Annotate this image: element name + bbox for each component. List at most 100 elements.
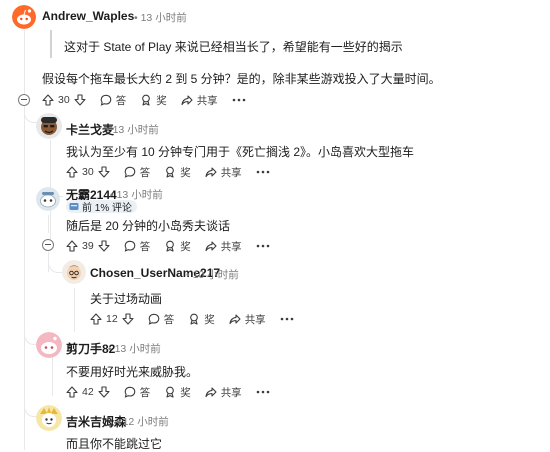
timestamp: • 13 小时前 — [108, 343, 161, 355]
upvote-icon[interactable] — [90, 313, 102, 325]
share-button[interactable]: 共享 — [181, 93, 218, 108]
thread-branch — [48, 258, 63, 273]
more-icon — [280, 317, 293, 321]
award-icon — [166, 166, 175, 178]
thread-branch — [24, 330, 37, 345]
share-button[interactable]: 共享 — [229, 312, 266, 327]
reply-label: 答 — [139, 386, 151, 399]
share-icon — [205, 241, 217, 252]
reply-label: 答 — [115, 94, 127, 107]
share-label: 共享 — [244, 313, 266, 326]
comment-icon — [124, 240, 136, 252]
quote-text: 这对于 State of Play 来说已经相当长了，希望能有一些好的揭示 — [64, 40, 403, 54]
vote-count: 42 — [82, 386, 94, 398]
share-label: 共享 — [196, 94, 218, 107]
award-label: 奖 — [180, 386, 191, 399]
badge-icon — [69, 203, 79, 210]
vote-count: 12 — [106, 313, 118, 325]
share-button[interactable]: 共享 — [205, 165, 242, 180]
more-options-button[interactable] — [256, 244, 270, 248]
comment-icon — [124, 166, 136, 178]
more-options-button[interactable] — [256, 390, 270, 394]
time-text: 13 小时前 — [112, 124, 159, 136]
comment-actions: 30 答 奖 共享 — [42, 91, 260, 109]
more-icon — [256, 390, 269, 394]
vote-group: 30 — [42, 94, 86, 106]
reply-button[interactable]: 答 — [100, 93, 127, 108]
time-text: 13 小时前 — [114, 343, 161, 355]
avatar[interactable] — [36, 332, 62, 358]
thread-line — [52, 356, 53, 396]
avatar[interactable] — [12, 5, 36, 29]
avatar[interactable] — [36, 113, 62, 139]
share-icon — [205, 167, 217, 178]
more-icon — [232, 98, 245, 102]
award-label: 奖 — [204, 313, 215, 326]
more-options-button[interactable] — [280, 317, 294, 321]
share-icon — [229, 314, 241, 325]
avatar[interactable] — [36, 405, 62, 431]
award-button[interactable]: 奖 — [188, 312, 215, 327]
thread-line — [24, 106, 25, 450]
timestamp: • 13 小时前 — [134, 12, 187, 24]
comment-icon — [148, 313, 160, 325]
vote-group: 42 — [66, 386, 110, 398]
comment-actions: 39 答 奖 共享 — [66, 237, 284, 255]
timestamp: • 10 小时前 — [186, 269, 239, 281]
more-options-button[interactable] — [256, 170, 270, 174]
vote-group: 30 — [66, 166, 110, 178]
award-button[interactable]: 奖 — [164, 165, 191, 180]
time-text: 13 小时前 — [140, 12, 187, 24]
comment-icon — [124, 386, 136, 398]
award-icon — [190, 313, 199, 325]
reply-label: 答 — [163, 313, 175, 326]
blockquote — [50, 30, 52, 58]
downvote-icon[interactable] — [74, 94, 86, 106]
reply-button[interactable]: 答 — [124, 165, 150, 180]
collapse-thread-button[interactable] — [18, 94, 30, 106]
share-icon — [205, 387, 217, 398]
award-button[interactable]: 奖 — [164, 385, 191, 400]
comment-body: 随后是 20 分钟的小岛秀夫谈话 — [66, 219, 231, 233]
downvote-icon[interactable] — [98, 386, 110, 398]
share-button[interactable]: 共享 — [205, 385, 242, 400]
award-button[interactable]: 奖 — [140, 93, 167, 108]
comment-body: 不要用好时光来威胁我。 — [66, 365, 199, 379]
timestamp: • 13 小时前 — [106, 124, 159, 136]
comment-actions: 30 答 奖 共享 — [66, 163, 284, 181]
upvote-icon[interactable] — [66, 240, 78, 252]
upvote-icon[interactable] — [66, 386, 78, 398]
share-label: 共享 — [220, 386, 242, 399]
more-icon — [256, 170, 269, 174]
award-label: 奖 — [156, 94, 167, 107]
thread-branch — [24, 108, 37, 123]
avatar[interactable] — [62, 260, 86, 284]
thread-branch — [24, 402, 37, 417]
reply-button[interactable]: 答 — [124, 385, 151, 400]
share-label: 共享 — [220, 240, 242, 253]
downvote-icon[interactable] — [98, 166, 110, 178]
upvote-icon[interactable] — [42, 94, 54, 106]
vote-count: 30 — [58, 94, 70, 106]
username[interactable]: Andrew_Waples — [42, 9, 134, 23]
flair-text: 前 1% 评论 — [82, 203, 133, 214]
award-button[interactable]: 奖 — [164, 239, 191, 254]
more-icon — [256, 244, 269, 248]
reply-button[interactable]: 答 — [148, 312, 175, 327]
downvote-icon[interactable] — [122, 313, 134, 325]
vote-count: 30 — [82, 166, 94, 178]
comment-icon — [100, 94, 112, 106]
award-label: 奖 — [180, 240, 191, 253]
comment-body: 假设每个拖车最长大约 2 到 5 分钟？是的，除非某些游戏投入了大量时间。 — [42, 72, 441, 86]
more-options-button[interactable] — [232, 98, 246, 102]
thread-line — [74, 288, 75, 332]
downvote-icon[interactable] — [98, 240, 110, 252]
upvote-icon[interactable] — [66, 166, 78, 178]
share-button[interactable]: 共享 — [205, 239, 242, 254]
collapse-thread-button[interactable] — [42, 239, 54, 251]
avatar[interactable] — [36, 187, 60, 211]
comment-actions: 42 答 奖 共享 — [66, 383, 284, 401]
reply-button[interactable]: 答 — [124, 239, 150, 254]
vote-count: 39 — [82, 240, 94, 252]
comment-body: 关于过场动画 — [90, 292, 163, 306]
